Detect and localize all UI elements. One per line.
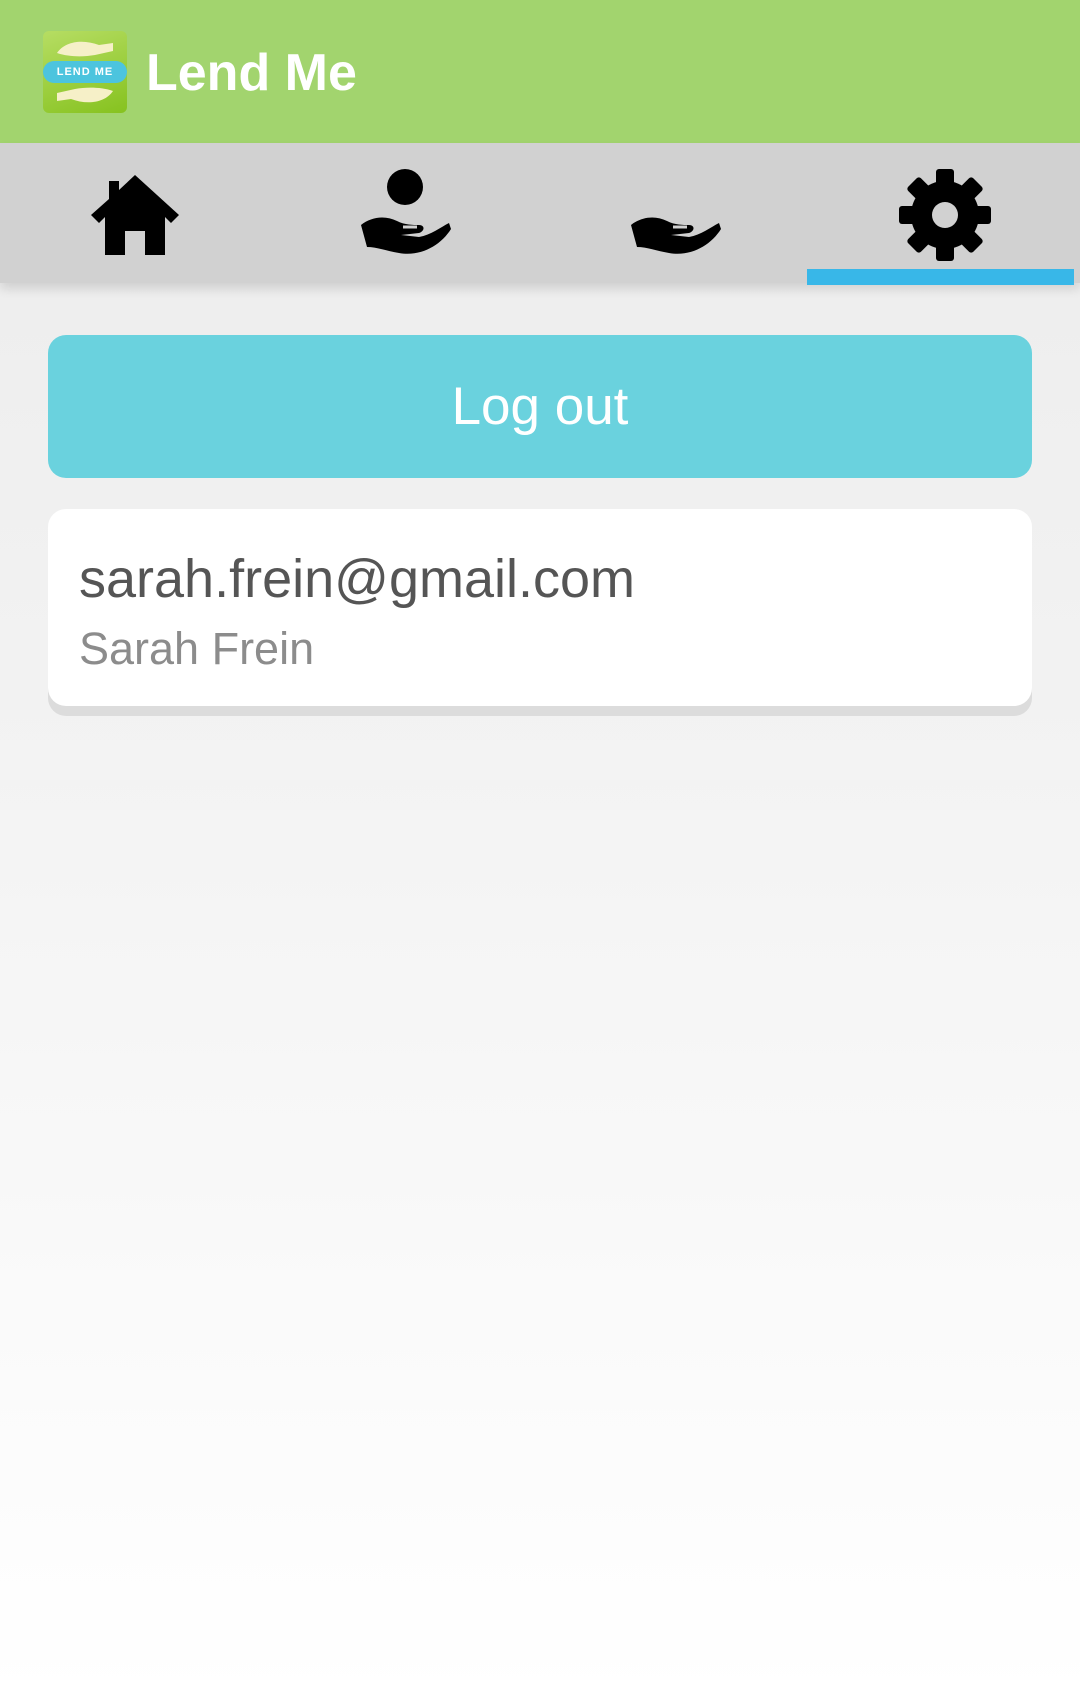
account-email: sarah.frein@gmail.com <box>79 549 636 609</box>
tab-lend[interactable] <box>540 143 810 283</box>
account-card: sarah.frein@gmail.com Sarah Frein <box>48 509 1032 706</box>
logo-text: LEND ME <box>43 61 127 83</box>
logout-button[interactable]: Log out <box>48 335 1032 478</box>
gear-icon <box>899 169 991 261</box>
hand-give-icon <box>631 217 721 254</box>
app-title: Lend Me <box>146 44 357 102</box>
tab-borrow[interactable] <box>270 143 540 283</box>
home-icon <box>91 175 179 255</box>
tab-home[interactable] <box>0 143 270 283</box>
tab-settings[interactable] <box>810 143 1080 283</box>
account-name: Sarah Frein <box>79 623 315 674</box>
tab-bar <box>0 143 1080 285</box>
app-logo: LEND ME <box>43 31 127 113</box>
app-bar: LEND ME Lend Me <box>0 0 1080 143</box>
hand-receive-icon <box>361 169 451 254</box>
tab-selected-indicator <box>807 269 1074 285</box>
